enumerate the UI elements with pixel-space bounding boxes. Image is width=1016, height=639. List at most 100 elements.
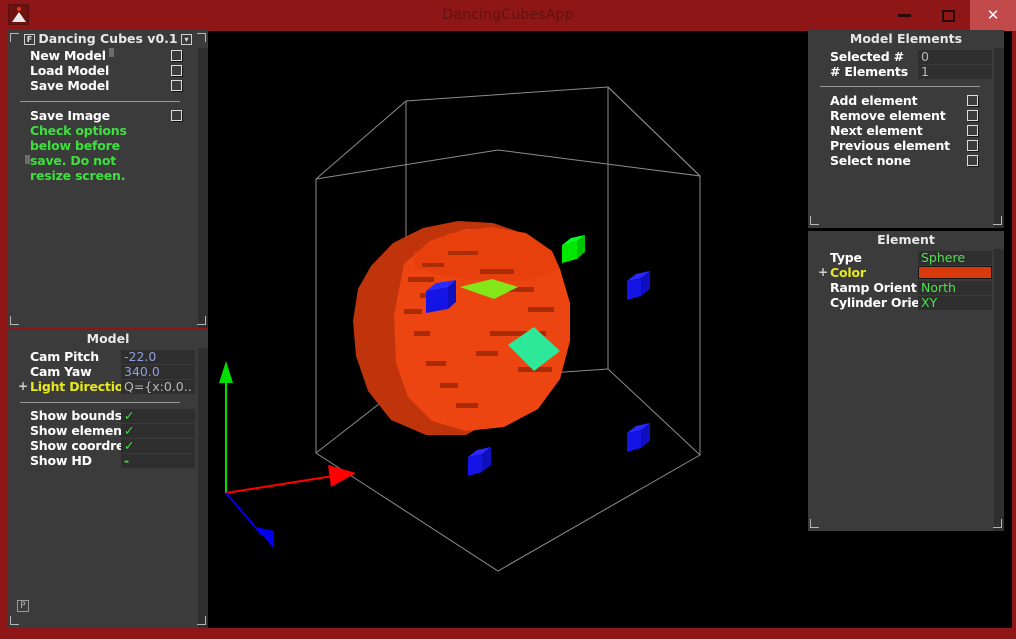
field-cam-pitch[interactable]: Cam Pitch -22.0	[8, 349, 195, 364]
button-save-image[interactable]: Save Image	[8, 108, 190, 123]
toggle-show-coordref[interactable]: Show coordref ✓	[8, 438, 195, 453]
button-label: Remove element	[830, 108, 946, 123]
field-cylinder-orient[interactable]: Cylinder Orient XY	[808, 295, 992, 310]
button-load-model[interactable]: Load Model	[8, 63, 190, 78]
light-direction-value[interactable]: Q={x:0.0..	[121, 379, 195, 394]
resize-corner-icon[interactable]	[993, 519, 1002, 528]
field-label: Cam Yaw	[30, 364, 92, 379]
next-element-checkbox[interactable]	[967, 125, 978, 136]
expand-icon[interactable]: +	[818, 266, 828, 279]
panel-scrollbar[interactable]	[198, 348, 208, 628]
field-label: Ramp Orient	[830, 280, 917, 295]
corner-bl-icon	[10, 316, 19, 325]
ramp-orient-value[interactable]: North	[918, 280, 992, 295]
panel-collapse-icon[interactable]: ▾	[181, 34, 192, 45]
field-cam-yaw[interactable]: Cam Yaw 340.0	[8, 364, 195, 379]
button-remove-element[interactable]: Remove element	[808, 108, 988, 123]
show-bounds-check[interactable]: ✓	[121, 408, 195, 423]
new-model-checkbox[interactable]	[171, 50, 182, 61]
corner-tr-icon	[197, 33, 206, 42]
field-ramp-orient[interactable]: Ramp Orient North	[808, 280, 992, 295]
button-label: Load Model	[30, 63, 110, 78]
maximize-icon	[941, 9, 955, 22]
cam-pitch-value[interactable]: -22.0	[121, 349, 195, 364]
button-label: Save Image	[30, 108, 110, 123]
load-model-checkbox[interactable]	[171, 65, 182, 76]
toggle-label: Show element..	[30, 423, 137, 438]
panel-model[interactable]: Model Cam Pitch -22.0 Cam Yaw 340.0 + Li…	[8, 330, 208, 628]
corner-bl-icon	[810, 519, 819, 528]
maximize-button[interactable]	[926, 0, 970, 31]
panel-scrollbar[interactable]	[198, 48, 208, 328]
toggle-label: Show bounds	[30, 408, 122, 423]
color-swatch[interactable]	[918, 266, 992, 279]
panel-dancing-cubes[interactable]: F Dancing Cubes v0.1 ▾ New Model Load Mo…	[8, 30, 208, 328]
voxel-sphere	[353, 221, 570, 435]
panel-icon-f[interactable]: F	[24, 34, 35, 45]
button-new-model[interactable]: New Model	[8, 48, 190, 63]
toggle-label: Show coordref	[30, 438, 130, 453]
panel-scrollbar[interactable]	[994, 48, 1004, 228]
resize-corner-icon[interactable]	[993, 216, 1002, 225]
button-label: Previous element	[830, 138, 950, 153]
show-hd-check[interactable]: -	[121, 453, 195, 468]
field-type[interactable]: Type Sphere	[808, 250, 992, 265]
field-light-direction[interactable]: + Light Direction Q={x:0.0..	[8, 379, 195, 394]
panel-dancing-cubes-body: New Model Load Model Save Model Save Ima…	[8, 48, 208, 328]
field-color[interactable]: + Color	[808, 265, 992, 280]
panel-model-body: Cam Pitch -22.0 Cam Yaw 340.0 + Light Di…	[8, 348, 208, 628]
panel-element-title[interactable]: Element	[808, 231, 1004, 249]
add-element-checkbox[interactable]	[967, 95, 978, 106]
close-button[interactable]: ✕	[970, 0, 1016, 31]
field-num-elements[interactable]: # Elements 1	[808, 64, 992, 79]
corner-bl-icon	[10, 616, 19, 625]
button-label: Add element	[830, 93, 918, 108]
show-coordref-check[interactable]: ✓	[121, 438, 195, 453]
show-elements-check[interactable]: ✓	[121, 423, 195, 438]
window-title: DancingCubesApp	[442, 7, 574, 23]
field-label: Selected #	[830, 49, 904, 64]
note-line-2: below before	[30, 138, 120, 153]
cam-yaw-value[interactable]: 340.0	[121, 364, 195, 379]
button-save-model[interactable]: Save Model	[8, 78, 190, 93]
separator	[20, 402, 180, 403]
select-none-checkbox[interactable]	[967, 155, 978, 166]
title-bar: DancingCubesApp ✕	[0, 0, 1016, 31]
field-label: # Elements	[830, 64, 908, 79]
note-line-1: Check options	[30, 123, 127, 138]
previous-element-checkbox[interactable]	[967, 140, 978, 151]
note-line-3: save. Do not	[30, 153, 116, 168]
button-add-element[interactable]: Add element	[808, 93, 988, 108]
separator	[820, 86, 980, 87]
corner-tl-icon	[10, 33, 19, 42]
remove-element-checkbox[interactable]	[967, 110, 978, 121]
panel-model-title[interactable]: Model	[8, 330, 208, 348]
field-selected-number[interactable]: Selected # 0	[808, 49, 992, 64]
panel-element[interactable]: Element Type Sphere + Color Ramp Orient …	[808, 231, 1004, 531]
button-next-element[interactable]: Next element	[808, 123, 988, 138]
button-select-none[interactable]: Select none	[808, 153, 988, 168]
cylinder-orient-value[interactable]: XY	[918, 295, 992, 310]
toggle-show-bounds[interactable]: Show bounds ✓	[8, 408, 195, 423]
save-image-checkbox[interactable]	[171, 110, 182, 121]
button-previous-element[interactable]: Previous element	[808, 138, 988, 153]
separator	[20, 101, 180, 102]
type-value[interactable]: Sphere	[918, 250, 992, 265]
num-elements-value[interactable]: 1	[918, 64, 992, 79]
toggle-show-elements[interactable]: Show element.. ✓	[8, 423, 195, 438]
expand-icon[interactable]: +	[18, 380, 28, 393]
panel-scrollbar[interactable]	[994, 249, 1004, 531]
app-window: DancingCubesApp ✕ F Dancing Cubes v0.1 ▾…	[0, 0, 1016, 639]
toggle-show-hd[interactable]: Show HD -	[8, 453, 195, 468]
close-icon: ✕	[986, 6, 1000, 24]
panel-model-elements-title[interactable]: Model Elements	[808, 30, 1004, 48]
resize-corner-icon[interactable]	[197, 316, 206, 325]
minimize-button[interactable]	[882, 0, 926, 31]
panel-model-elements[interactable]: Model Elements Selected # 0 # Elements 1…	[808, 30, 1004, 228]
selected-number-value[interactable]: 0	[918, 49, 992, 64]
resize-corner-icon[interactable]	[197, 616, 206, 625]
panel-dancing-cubes-title[interactable]: F Dancing Cubes v0.1 ▾	[8, 30, 208, 48]
resize-help-icon[interactable]: P	[17, 600, 29, 612]
save-model-checkbox[interactable]	[171, 80, 182, 91]
field-label: Type	[830, 250, 862, 265]
